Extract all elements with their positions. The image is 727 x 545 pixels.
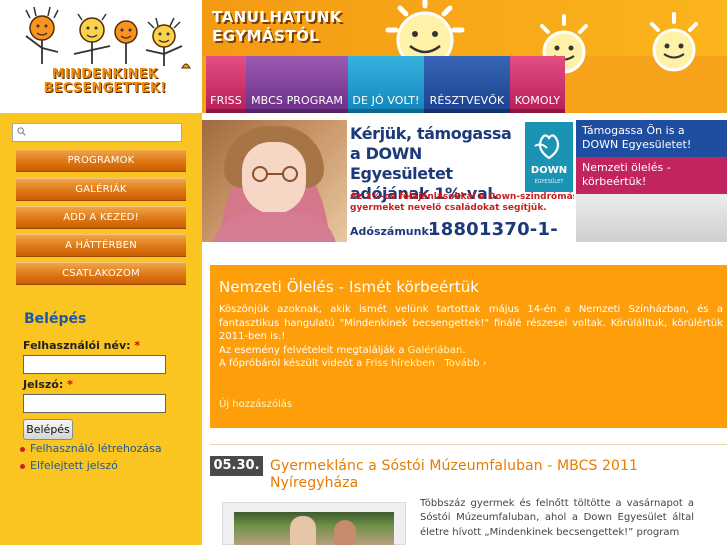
article2-body: Többszáz gyermek és felnőtt töltötte a v… (420, 498, 694, 538)
article-body: Köszönjük azoknak, akik ismét velünk tar… (219, 304, 723, 370)
username-label: Felhasználói név: * (23, 339, 141, 352)
search-input[interactable] (12, 123, 182, 142)
news-link[interactable]: Friss hírekben (365, 358, 434, 369)
forgot-password-link[interactable]: Elfelejtett jelszó (20, 459, 118, 472)
login-title: Belépés (24, 311, 87, 327)
date-badge: 05.30. (210, 456, 263, 476)
down-egyesulet-logo: DOWN EGYESÜLET (525, 122, 573, 192)
search-icon (17, 127, 26, 136)
password-label: Jelszó: * (23, 378, 73, 391)
article2-photo[interactable] (234, 512, 394, 545)
promo-banner[interactable]: Kérjük, támogassa a DOWN Egyesületet adó… (202, 120, 574, 242)
read-more-link[interactable]: Tovább › (444, 358, 486, 369)
nav-tab-de-jo-volt[interactable]: DE JÓ VOLT! (348, 56, 424, 113)
banner-subtitle: Az 1%-os felajánlásokkal a Down-szindróm… (350, 192, 574, 213)
site-header: TANULHATUNK EGYMÁSTÓL FRISS MBCS PROGRAM… (202, 0, 727, 113)
new-comment-link[interactable]: Új hozzászólás (219, 399, 292, 410)
menu-button-programok[interactable]: PROGRAMOK (16, 149, 186, 172)
password-field[interactable] (23, 394, 166, 413)
nav-tab-mbcs-program[interactable]: MBCS PROGRAM (246, 56, 348, 113)
site-title: TANULHATUNK EGYMÁSTÓL (212, 8, 343, 45)
side-link-empty (576, 194, 727, 242)
menu-button-a-hatterben[interactable]: A HÁTTÉRBEN (16, 234, 186, 257)
menu-button-csatlakozom[interactable]: CSATLAKOZOM (16, 262, 186, 285)
article-title[interactable]: Nemzeti Ölelés - Ismét körbeértük (219, 278, 479, 296)
nav-tab-friss[interactable]: FRISS (206, 56, 246, 113)
side-link-nemzeti-oleles[interactable]: Nemzeti ölelés - körbeértük! (576, 157, 727, 194)
menu-button-galeriak[interactable]: GALÉRIÁK (16, 178, 186, 201)
banner-tax-number: Adószámunk: 18801370-1-15 (350, 219, 558, 242)
divider (210, 444, 727, 445)
featured-article: Nemzeti Ölelés - Ismét körbeértük Köszön… (210, 265, 727, 428)
menu-button-add-a-kezed[interactable]: ADD A KEZED! (16, 206, 186, 229)
down-logo-icon (534, 134, 560, 160)
logo-wordmark: MINDENKINEK BECSENGETTEK! (43, 67, 167, 96)
site-logo[interactable]: MINDENKINEK BECSENGETTEK! (0, 0, 202, 113)
side-link-tamogassa[interactable]: Támogassa Ön is a DOWN Egyesületet! (576, 120, 727, 157)
create-account-link[interactable]: Felhasználó létrehozása (20, 442, 162, 455)
left-sidebar: MINDENKINEK BECSENGETTEK! PROGRAMOK GALÉ… (0, 0, 202, 545)
username-field[interactable] (23, 355, 166, 374)
article2-title[interactable]: Gyermeklánc a Sóstói Múzeumfaluban - MBC… (270, 458, 710, 492)
gallery-link[interactable]: Galériában (408, 345, 463, 356)
nav-tab-resztvevok[interactable]: RÉSZTVEVŐK (424, 56, 510, 113)
nav-tab-komoly[interactable]: KOMOLY (510, 56, 565, 113)
login-button[interactable]: Belépés (23, 419, 73, 440)
banner-photo (202, 120, 347, 242)
